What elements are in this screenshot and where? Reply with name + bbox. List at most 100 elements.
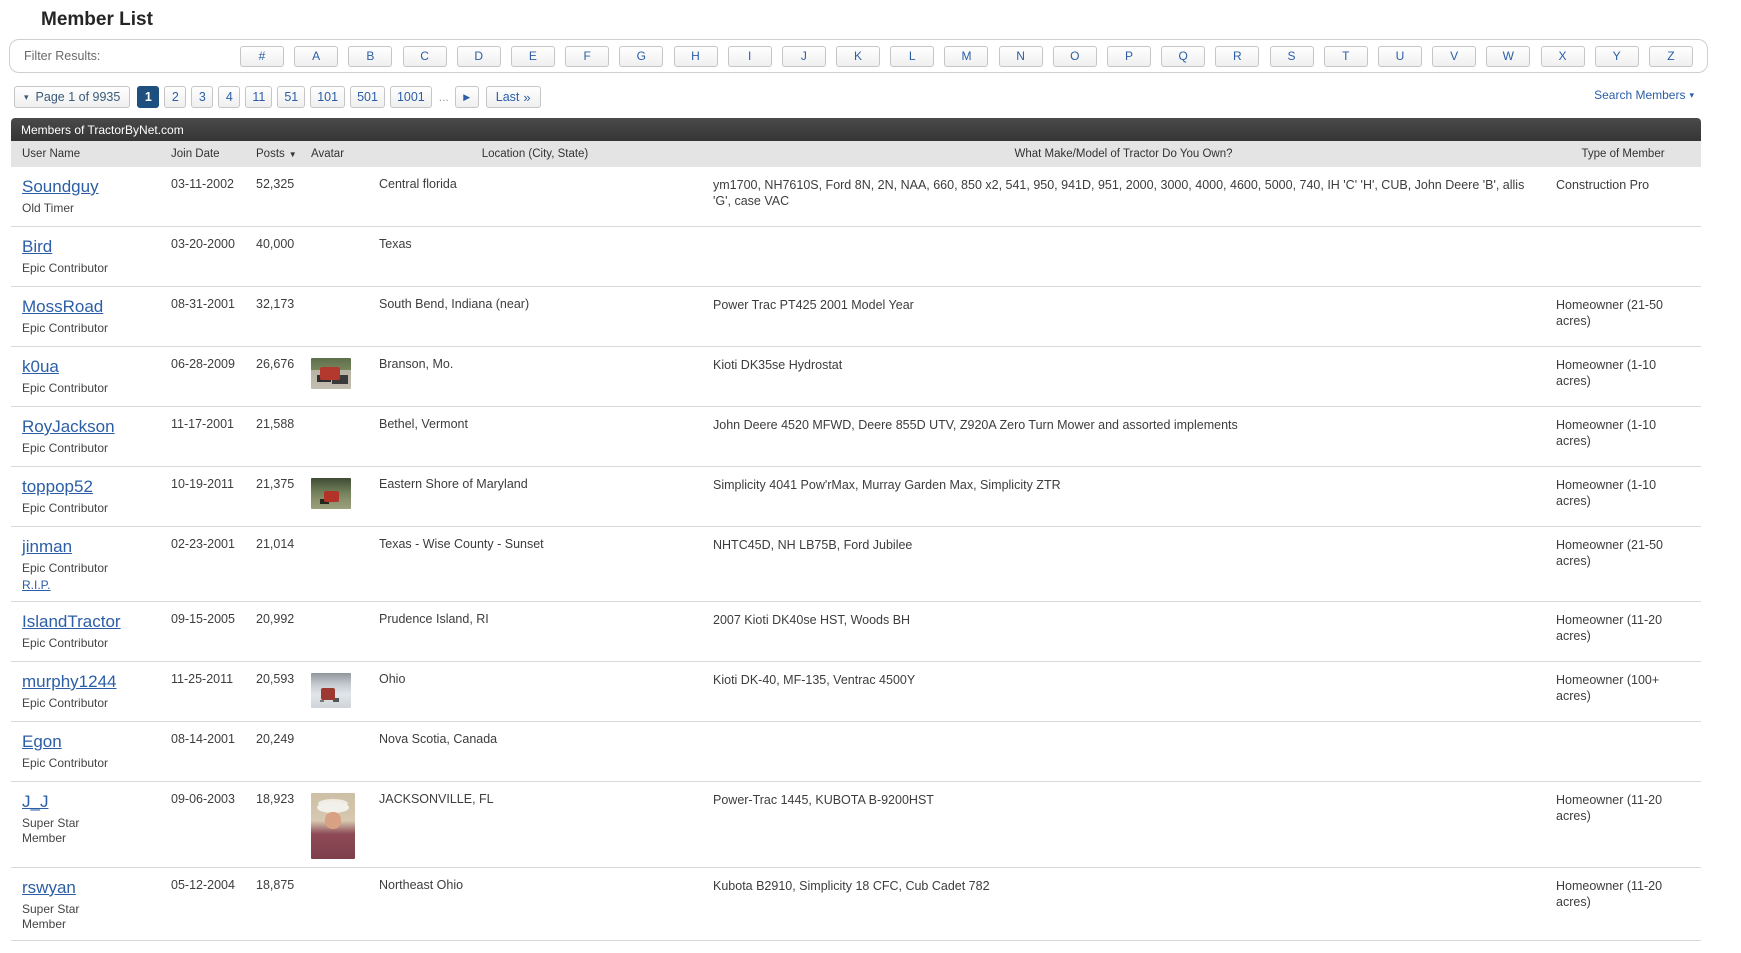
filter-letter-button[interactable]: I [728, 46, 772, 67]
username-cell: jinman Epic Contributor R.I.P. [11, 537, 160, 593]
filter-letter-button[interactable]: W [1486, 46, 1530, 67]
username-link[interactable]: J_J [22, 792, 48, 813]
filter-letter-button[interactable]: S [1270, 46, 1314, 67]
filter-letter-button[interactable]: E [511, 46, 555, 67]
username-link[interactable]: rswyan [22, 878, 76, 899]
posts-count-cell: 18,875 [245, 878, 300, 893]
posts-count-cell: 21,014 [245, 537, 300, 552]
filter-letter-button[interactable]: R [1215, 46, 1259, 67]
red-tractor-snow-avatar[interactable] [311, 673, 351, 708]
tractor-models-cell: 2007 Kioti DK40se HST, Woods BH [702, 612, 1545, 628]
username-link[interactable]: murphy1244 [22, 672, 117, 693]
username-link[interactable]: RoyJackson [22, 417, 115, 438]
username-link[interactable]: Bird [22, 237, 52, 258]
filter-letter-button[interactable]: B [348, 46, 392, 67]
filter-letter-button[interactable]: U [1378, 46, 1422, 67]
portrait-cowboy-avatar[interactable] [311, 793, 355, 859]
filter-letter-button[interactable]: N [999, 46, 1043, 67]
join-date-cell: 11-17-2001 [160, 417, 245, 432]
member-type-cell: Homeowner (11-20 acres) [1545, 878, 1701, 910]
table-row: toppop52 Epic Contributor 10-19-2011 21,… [11, 467, 1701, 527]
search-members-link[interactable]: Search Members ▾ [1594, 88, 1694, 102]
username-link[interactable]: Soundguy [22, 177, 99, 198]
filter-letter-button[interactable]: P [1107, 46, 1151, 67]
table-row: murphy1244 Epic Contributor 11-25-2011 2… [11, 662, 1701, 722]
table-title-bar: Members of TractorByNet.com [11, 118, 1701, 141]
next-page-button[interactable]: ▶ [455, 86, 479, 108]
username-cell: IslandTractor Epic Contributor [11, 612, 160, 651]
page-select-dropdown[interactable]: ▾ Page 1 of 9935 [14, 86, 130, 108]
avatar-cell [300, 672, 368, 708]
username-cell: MossRoad Epic Contributor [11, 297, 160, 336]
filter-letter-button[interactable]: Q [1161, 46, 1205, 67]
page-number-button[interactable]: 11 [245, 86, 272, 108]
location-cell: Texas [368, 237, 702, 252]
member-rows: Soundguy Old Timer 03-11-2002 52,325 Cen… [11, 167, 1701, 941]
username-link[interactable]: k0ua [22, 357, 59, 378]
tractor-models-cell: ym1700, NH7610S, Ford 8N, 2N, NAA, 660, … [702, 177, 1545, 209]
page-number-list: 123411511015011001 [137, 86, 436, 108]
pagination-bar: ▾ Page 1 of 9935 123411511015011001 ... … [14, 86, 1708, 108]
member-title-label: Epic Contributor [22, 321, 122, 336]
username-link[interactable]: IslandTractor [22, 612, 121, 633]
join-date-cell: 09-15-2005 [160, 612, 245, 627]
filter-letter-button[interactable]: V [1432, 46, 1476, 67]
page-number-button[interactable]: 4 [218, 86, 240, 108]
filter-letter-button[interactable]: J [782, 46, 826, 67]
filter-letter-button[interactable]: O [1053, 46, 1097, 67]
join-date-cell: 11-25-2011 [160, 672, 245, 687]
filter-letter-button[interactable]: H [674, 46, 718, 67]
username-link[interactable]: Egon [22, 732, 62, 753]
username-link[interactable]: toppop52 [22, 477, 93, 498]
username-link[interactable]: MossRoad [22, 297, 103, 318]
filter-letter-button[interactable]: D [457, 46, 501, 67]
member-title-label: Super Star Member [22, 816, 122, 846]
last-page-button[interactable]: Last » [486, 86, 541, 108]
filter-letter-button[interactable]: L [890, 46, 934, 67]
username-cell: toppop52 Epic Contributor [11, 477, 160, 516]
member-type-cell: Homeowner (11-20 acres) [1545, 612, 1701, 644]
red-tractor-gravel-avatar[interactable] [311, 358, 351, 389]
join-date-cell: 03-11-2002 [160, 177, 245, 192]
page-number-button[interactable]: 501 [350, 86, 385, 108]
rip-link[interactable]: R.I.P. [22, 578, 50, 593]
filter-letter-button[interactable]: G [619, 46, 663, 67]
table-title: Members of TractorByNet.com [21, 123, 184, 137]
username-link[interactable]: jinman [22, 537, 72, 558]
filter-letter-button[interactable]: F [565, 46, 609, 67]
filter-letter-button[interactable]: A [294, 46, 338, 67]
avatar-cell [300, 477, 368, 509]
join-date-cell: 05-12-2004 [160, 878, 245, 893]
location-cell: Branson, Mo. [368, 357, 702, 372]
location-cell: Central florida [368, 177, 702, 192]
avatar-cell [300, 417, 368, 418]
filter-letter-button[interactable]: C [403, 46, 447, 67]
page-number-button[interactable]: 51 [277, 86, 305, 108]
member-type-cell: Homeowner (1-10 acres) [1545, 417, 1701, 449]
page-number-button[interactable]: 2 [164, 86, 186, 108]
column-header-posts[interactable]: Posts ▼ [245, 148, 300, 160]
page-number-button[interactable]: 3 [191, 86, 213, 108]
member-table: Members of TractorByNet.com User Name Jo… [11, 118, 1701, 941]
page-number-button[interactable]: 101 [310, 86, 345, 108]
page-number-button[interactable]: 1001 [390, 86, 432, 108]
filter-letter-button[interactable]: # [240, 46, 284, 67]
table-row: Soundguy Old Timer 03-11-2002 52,325 Cen… [11, 167, 1701, 227]
current-page-button[interactable]: 1 [137, 86, 159, 108]
table-row: Egon Epic Contributor 08-14-2001 20,249 … [11, 722, 1701, 782]
join-date-cell: 08-31-2001 [160, 297, 245, 312]
join-date-cell: 10-19-2011 [160, 477, 245, 492]
filter-letter-button[interactable]: T [1324, 46, 1368, 67]
red-tractor-field-avatar[interactable] [311, 478, 351, 509]
username-cell: Egon Epic Contributor [11, 732, 160, 771]
member-title-label: Super Star Member [22, 902, 122, 932]
tractor-models-cell: John Deere 4520 MFWD, Deere 855D UTV, Z9… [702, 417, 1545, 433]
filter-letter-button[interactable]: Z [1649, 46, 1693, 67]
chevron-down-icon: ▾ [24, 92, 29, 103]
member-type-cell: Homeowner (21-50 acres) [1545, 537, 1701, 569]
filter-letter-button[interactable]: K [836, 46, 880, 67]
join-date-cell: 08-14-2001 [160, 732, 245, 747]
filter-letter-button[interactable]: M [944, 46, 988, 67]
filter-letter-button[interactable]: Y [1595, 46, 1639, 67]
filter-letter-button[interactable]: X [1541, 46, 1585, 67]
